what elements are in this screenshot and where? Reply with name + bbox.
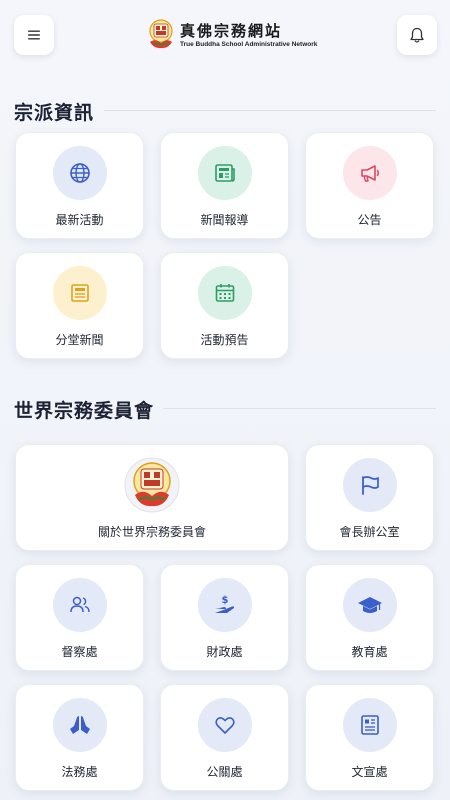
card-label: 關於世界宗務委員會	[97, 525, 206, 539]
site-logo[interactable]: 真佛宗務網站 True Buddha School Administrative…	[146, 17, 317, 53]
icon-circle	[197, 146, 252, 200]
card-label: 最新活動	[55, 213, 104, 227]
logo-subtitle: True Buddha School Administrative Networ…	[180, 40, 318, 48]
logo-emblem-icon	[149, 19, 173, 49]
document-icon	[360, 715, 379, 735]
icon-circle	[197, 266, 252, 320]
menu-button[interactable]	[14, 15, 54, 55]
card-dharma-affairs[interactable]: 法務處	[15, 684, 144, 791]
card-label: 公關處	[206, 765, 243, 779]
megaphone-icon	[360, 165, 379, 182]
section-title-info: 宗派資訊	[14, 102, 95, 124]
bell-icon	[410, 27, 424, 43]
card-branch-news[interactable]: 分堂新聞	[15, 252, 144, 359]
calendar-icon	[215, 284, 234, 302]
icon-circle	[197, 698, 252, 752]
logo-title: 真佛宗務網站	[180, 21, 283, 40]
icon-circle	[342, 146, 397, 200]
hand-dollar-icon: $	[214, 595, 234, 613]
icon-circle	[52, 146, 107, 200]
card-latest-activities[interactable]: 最新活動	[15, 132, 144, 239]
news-icon	[70, 284, 89, 302]
icon-circle	[342, 698, 397, 752]
card-president-office[interactable]: 會長辦公室	[305, 444, 434, 551]
app-header: 真佛宗務網站 True Buddha School Administrative…	[0, 0, 450, 70]
icon-circle	[342, 458, 397, 512]
section-divider	[104, 110, 436, 111]
card-label: 活動預告	[200, 333, 249, 347]
icon-circle	[342, 578, 397, 632]
card-label: 財政處	[206, 645, 243, 659]
card-label: 會長辦公室	[339, 525, 400, 539]
icon-circle: $	[197, 578, 252, 632]
icon-circle	[52, 578, 107, 632]
card-label: 督察處	[61, 645, 98, 659]
card-announcements[interactable]: 公告	[305, 132, 434, 239]
globe-icon	[69, 163, 90, 183]
card-label: 分堂新聞	[55, 333, 104, 347]
notifications-button[interactable]	[397, 15, 437, 55]
icon-circle	[52, 698, 107, 752]
card-about-committee[interactable]: 關於世界宗務委員會	[15, 444, 289, 551]
section-title-committee: 世界宗務委員會	[14, 400, 155, 422]
newspaper-icon	[214, 164, 235, 182]
praying-hands-icon	[69, 716, 90, 734]
card-publicity[interactable]: 文宣處	[305, 684, 434, 791]
section-divider	[163, 408, 436, 409]
card-label: 法務處	[61, 765, 98, 779]
card-label: 新聞報導	[200, 213, 249, 227]
flag-icon	[361, 476, 379, 495]
heart-icon	[214, 717, 235, 734]
svg-text:$: $	[221, 595, 228, 606]
card-news-reports[interactable]: 新聞報導	[160, 132, 289, 239]
emblem-icon	[124, 457, 180, 513]
card-label: 教育處	[351, 645, 388, 659]
users-icon	[69, 596, 90, 613]
card-label: 文宣處	[351, 765, 388, 779]
card-education[interactable]: 教育處	[305, 564, 434, 671]
card-label: 公告	[357, 213, 382, 227]
menu-icon	[28, 30, 40, 40]
card-event-preview[interactable]: 活動預告	[160, 252, 289, 359]
card-finance[interactable]: $ 財政處	[160, 564, 289, 671]
icon-circle	[52, 266, 107, 320]
card-supervision[interactable]: 督察處	[15, 564, 144, 671]
graduation-cap-icon	[357, 597, 382, 613]
card-public-relations[interactable]: 公關處	[160, 684, 289, 791]
